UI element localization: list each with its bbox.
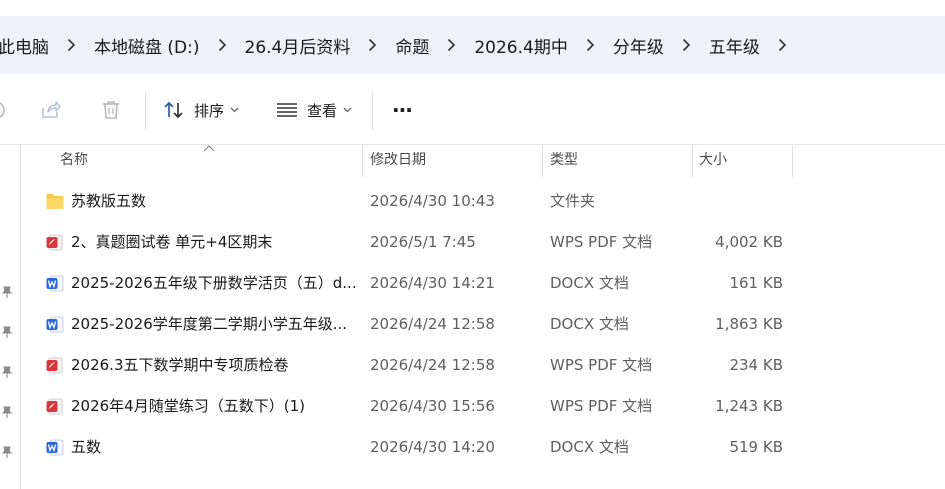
column-divider[interactable] <box>692 145 693 177</box>
table-row[interactable]: 苏教版五数 2026/4/30 10:43 文件夹 <box>20 181 945 222</box>
sort-icon <box>164 101 183 119</box>
file-type: DOCX 文档 <box>550 438 629 456</box>
file-type: WPS PDF 文档 <box>550 233 653 251</box>
rename-icon[interactable] <box>0 76 6 144</box>
column-header-size[interactable]: 大小 <box>699 145 727 177</box>
toolbar-divider <box>145 92 146 130</box>
file-name: 2、真题圈试卷 单元+4区期末 <box>71 233 273 251</box>
file-size <box>692 181 783 222</box>
breadcrumb-item-folder-4[interactable]: 分年级 <box>611 33 666 58</box>
file-size: 1,863 KB <box>715 315 783 333</box>
view-label: 查看 <box>307 101 338 120</box>
file-type: 文件夹 <box>550 192 596 210</box>
breadcrumb-item-folder-1[interactable]: 26.4月后资料 <box>243 33 353 58</box>
breadcrumb: 此电脑 本地磁盘 (D:) 26.4月后资料 命题 2026.4期中 分年级 五… <box>0 16 945 74</box>
chevron-down-icon <box>230 105 239 116</box>
sort-button[interactable]: 排序 <box>163 76 239 144</box>
chevron-right-icon[interactable] <box>778 38 787 52</box>
file-type: DOCX 文档 <box>550 315 629 333</box>
file-size: 4,002 KB <box>715 233 783 251</box>
chevron-right-icon[interactable] <box>67 38 76 52</box>
file-date: 2026/5/1 7:45 <box>370 233 476 251</box>
file-size: 234 KB <box>729 356 783 374</box>
delete-icon[interactable] <box>100 76 122 144</box>
pin-icon[interactable] <box>0 445 14 459</box>
column-header-type[interactable]: 类型 <box>550 145 578 177</box>
view-list-icon <box>277 103 297 117</box>
file-date: 2026/4/30 14:20 <box>370 438 495 456</box>
view-button[interactable]: 查看 <box>276 76 352 144</box>
file-name: 2026年4月随堂练习（五数下）(1) <box>71 397 305 415</box>
pin-icon[interactable] <box>0 325 14 339</box>
file-name: 2025-2026五年级下册数学活页（五）d... <box>71 274 357 292</box>
share-icon[interactable] <box>40 76 62 144</box>
pdf-file-icon <box>46 234 63 251</box>
file-type: WPS PDF 文档 <box>550 397 653 415</box>
breadcrumb-item-folder-2[interactable]: 命题 <box>393 33 431 58</box>
table-row[interactable]: 2025-2026五年级下册数学活页（五）d... 2026/4/30 14:2… <box>20 263 945 304</box>
breadcrumb-item-current-folder[interactable]: 五年级 <box>707 33 762 58</box>
column-divider[interactable] <box>542 145 543 177</box>
chevron-down-icon <box>343 105 352 116</box>
file-size: 1,243 KB <box>715 397 783 415</box>
file-name: 2026.3五下数学期中专项质检卷 <box>71 356 289 374</box>
file-date: 2026/4/30 10:43 <box>370 192 495 210</box>
file-name: 五数 <box>71 438 102 456</box>
chevron-right-icon[interactable] <box>447 38 456 52</box>
sort-label: 排序 <box>194 101 225 120</box>
file-name: 苏教版五数 <box>71 192 147 210</box>
chevron-right-icon[interactable] <box>586 38 595 52</box>
pdf-file-icon <box>46 398 63 415</box>
column-divider[interactable] <box>792 145 793 177</box>
sort-ascending-icon <box>203 145 215 152</box>
pin-icon[interactable] <box>0 285 14 299</box>
table-row[interactable]: 2026年4月随堂练习（五数下）(1) 2026/4/30 15:56 WPS … <box>20 386 945 427</box>
file-date: 2026/4/30 15:56 <box>370 397 495 415</box>
file-type: WPS PDF 文档 <box>550 356 653 374</box>
table-row[interactable]: 五数 2026/4/30 14:20 DOCX 文档 519 KB <box>20 427 945 468</box>
file-date: 2026/4/30 14:21 <box>370 274 495 292</box>
file-size: 519 KB <box>729 438 783 456</box>
file-name: 2025-2026学年度第二学期小学五年级... <box>71 315 348 333</box>
pin-icon[interactable] <box>0 405 14 419</box>
column-divider[interactable] <box>362 145 363 177</box>
file-type: DOCX 文档 <box>550 274 629 292</box>
column-header-date[interactable]: 修改日期 <box>370 145 426 177</box>
column-header-row: 名称 修改日期 类型 大小 <box>20 145 945 177</box>
chevron-right-icon[interactable] <box>682 38 691 52</box>
file-date: 2026/4/24 12:58 <box>370 315 495 333</box>
more-options-button[interactable]: ··· <box>392 76 413 144</box>
command-toolbar: 排序 查看 ··· <box>0 76 945 145</box>
file-date: 2026/4/24 12:58 <box>370 356 495 374</box>
word-file-icon <box>46 275 64 292</box>
pdf-file-icon <box>46 357 63 374</box>
folder-icon <box>46 194 64 209</box>
chevron-right-icon[interactable] <box>368 38 377 52</box>
table-row[interactable]: 2026.3五下数学期中专项质检卷 2026/4/24 12:58 WPS PD… <box>20 345 945 386</box>
breadcrumb-item-folder-3[interactable]: 2026.4期中 <box>472 33 569 58</box>
file-list: 苏教版五数 2026/4/30 10:43 文件夹 2、真题圈试卷 单元+4区期… <box>20 181 945 468</box>
navigation-pane <box>0 145 21 489</box>
column-header-name[interactable]: 名称 <box>60 145 88 177</box>
table-row[interactable]: 2025-2026学年度第二学期小学五年级... 2026/4/24 12:58… <box>20 304 945 345</box>
file-size: 161 KB <box>729 274 783 292</box>
table-row[interactable]: 2、真题圈试卷 单元+4区期末 2026/5/1 7:45 WPS PDF 文档… <box>20 222 945 263</box>
word-file-icon <box>46 316 64 333</box>
word-file-icon <box>46 439 64 456</box>
toolbar-divider <box>372 92 373 130</box>
breadcrumb-item-local-disk[interactable]: 本地磁盘 (D:) <box>92 33 202 58</box>
breadcrumb-item-this-pc[interactable]: 此电脑 <box>0 33 51 58</box>
pin-icon[interactable] <box>0 365 14 379</box>
chevron-right-icon[interactable] <box>218 38 227 52</box>
